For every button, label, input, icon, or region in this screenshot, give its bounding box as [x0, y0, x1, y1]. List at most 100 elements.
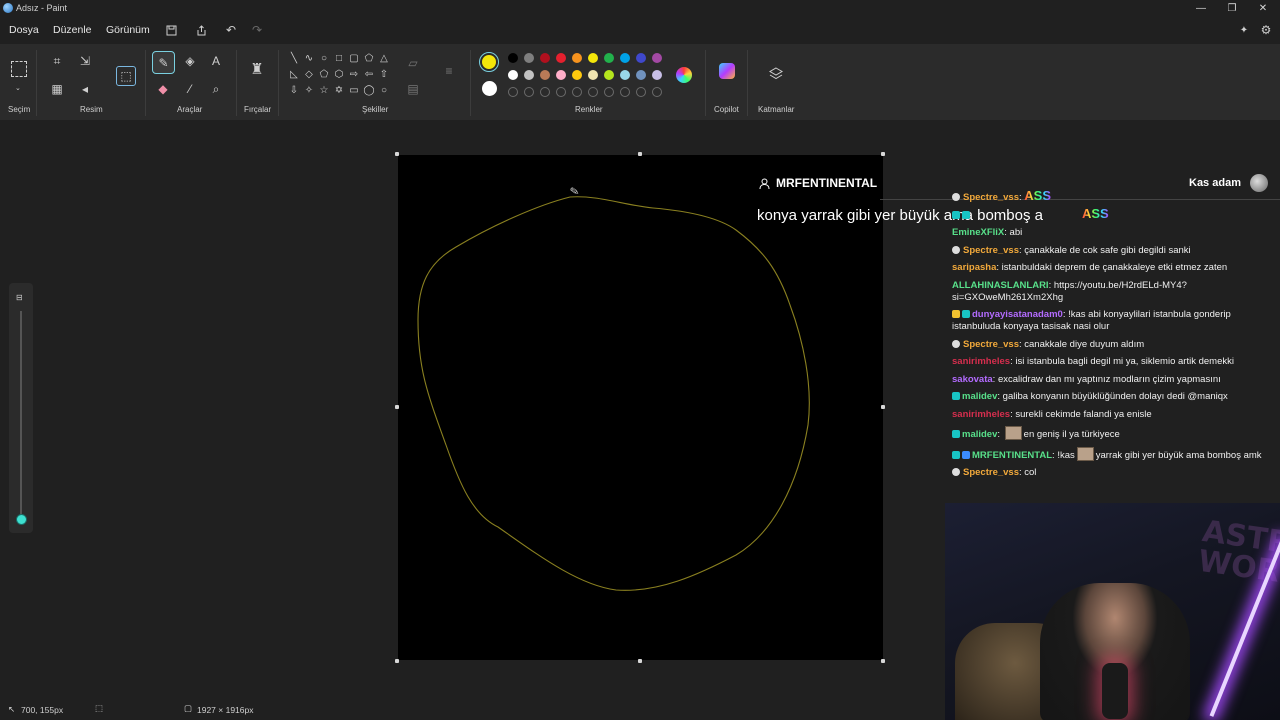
color-swatch[interactable]: [652, 53, 662, 63]
pencil-icon[interactable]: ✎: [152, 51, 175, 74]
color-swatch[interactable]: [556, 53, 566, 63]
color-swatch[interactable]: [588, 53, 598, 63]
menu-edit[interactable]: Düzenle: [53, 24, 92, 36]
custom-color-slot[interactable]: [604, 87, 614, 97]
canvas-size-icon: ▢: [184, 703, 193, 713]
six-point-star-shape-icon[interactable]: ✡: [333, 84, 345, 96]
undo-icon[interactable]: ↶: [223, 22, 239, 38]
color-swatch[interactable]: [572, 70, 582, 80]
eraser-icon[interactable]: ◆: [154, 80, 172, 98]
pentagon-shape-icon[interactable]: ⬠: [318, 68, 330, 80]
edit-colors-icon[interactable]: [676, 67, 692, 83]
curve-shape-icon[interactable]: ∿: [303, 52, 315, 64]
color-swatch[interactable]: [620, 53, 630, 63]
custom-color-slot[interactable]: [524, 87, 534, 97]
secondary-color-button[interactable]: [482, 81, 497, 96]
resize-handle[interactable]: [395, 659, 399, 663]
oval-callout-shape-icon[interactable]: ◯: [363, 84, 375, 96]
hexagon-shape-icon[interactable]: ⬡: [333, 68, 345, 80]
fill-bucket-icon[interactable]: ◈: [181, 52, 199, 70]
select-dropdown-chevron-icon[interactable]: ⌄: [15, 84, 21, 92]
color-swatch[interactable]: [588, 70, 598, 80]
shape-outline-icon[interactable]: ▱: [404, 54, 422, 72]
brush-icon[interactable]: ♜: [248, 60, 266, 78]
maximize-button[interactable]: ❐: [1217, 0, 1247, 17]
color-swatch[interactable]: [652, 70, 662, 80]
remove-background-icon[interactable]: ▦: [48, 80, 66, 98]
line-shape-icon[interactable]: ╲: [288, 52, 300, 64]
up-arrow-shape-icon[interactable]: ⇧: [378, 68, 390, 80]
rect-callout-shape-icon[interactable]: ▭: [348, 84, 360, 96]
custom-color-slot[interactable]: [508, 87, 518, 97]
diamond-shape-icon[interactable]: ◇: [303, 68, 315, 80]
triangle-shape-icon[interactable]: △: [378, 52, 390, 64]
text-tool-icon[interactable]: A: [207, 52, 225, 70]
save-icon[interactable]: [163, 22, 179, 38]
resize-handle[interactable]: [881, 152, 885, 156]
shape-fill-icon[interactable]: ▤: [404, 80, 422, 98]
settings-gear-icon[interactable]: ⚙: [1258, 22, 1274, 38]
select-rectangle-icon[interactable]: [11, 61, 27, 77]
close-button[interactable]: ✕: [1248, 0, 1278, 17]
color-swatch[interactable]: [524, 53, 534, 63]
color-swatch[interactable]: [508, 70, 518, 80]
color-palette: [508, 52, 668, 100]
resize-icon[interactable]: ⇲: [76, 52, 94, 70]
color-swatch[interactable]: [604, 70, 614, 80]
custom-color-slot[interactable]: [540, 87, 550, 97]
color-swatch[interactable]: [556, 70, 566, 80]
right-triangle-shape-icon[interactable]: ◺: [288, 68, 300, 80]
color-swatch[interactable]: [620, 70, 630, 80]
four-point-star-shape-icon[interactable]: ✧: [303, 84, 315, 96]
crop-icon[interactable]: ⌗: [48, 52, 66, 70]
zoom-slider-thumb[interactable]: [16, 514, 27, 525]
color-swatch[interactable]: [540, 53, 550, 63]
custom-color-slot[interactable]: [588, 87, 598, 97]
shape-size-icon[interactable]: ≡: [440, 62, 458, 80]
color-picker-icon[interactable]: ⁄: [181, 80, 199, 98]
oval-shape-icon[interactable]: ○: [318, 52, 330, 64]
resize-handle[interactable]: [881, 405, 885, 409]
custom-color-slot[interactable]: [636, 87, 646, 97]
custom-color-slot[interactable]: [556, 87, 566, 97]
color-swatch[interactable]: [508, 53, 518, 63]
down-arrow-shape-icon[interactable]: ⇩: [288, 84, 300, 96]
color-swatch[interactable]: [604, 53, 614, 63]
resize-handle[interactable]: [638, 152, 642, 156]
menu-view[interactable]: Görünüm: [106, 24, 150, 36]
sparkle-icon[interactable]: ✦: [1236, 22, 1252, 38]
color-swatch[interactable]: [524, 70, 534, 80]
primary-color-button[interactable]: [479, 52, 499, 72]
rectangle-shape-icon[interactable]: □: [333, 52, 345, 64]
custom-color-slot[interactable]: [652, 87, 662, 97]
resize-handle[interactable]: [881, 659, 885, 663]
redo-icon[interactable]: ↷: [249, 22, 265, 38]
cursor-position: 700, 155px: [21, 705, 64, 715]
layers-icon[interactable]: [767, 65, 785, 83]
custom-color-slot[interactable]: [572, 87, 582, 97]
custom-color-slot[interactable]: [620, 87, 630, 97]
color-swatch[interactable]: [636, 70, 646, 80]
crown-badge-icon: [952, 310, 960, 318]
share-icon[interactable]: [193, 22, 209, 38]
five-point-star-shape-icon[interactable]: ☆: [318, 84, 330, 96]
magnifier-icon[interactable]: ⌕: [207, 80, 225, 98]
rotate-icon[interactable]: ◂: [76, 80, 94, 98]
resize-handle[interactable]: [395, 152, 399, 156]
drawing-canvas[interactable]: ✎: [398, 155, 883, 660]
polygon-shape-icon[interactable]: ⬠: [363, 52, 375, 64]
color-swatch[interactable]: [572, 53, 582, 63]
cloud-callout-shape-icon[interactable]: ○: [378, 84, 390, 96]
color-swatch[interactable]: [636, 53, 646, 63]
resize-handle[interactable]: [638, 659, 642, 663]
rounded-rectangle-shape-icon[interactable]: ▢: [348, 52, 360, 64]
menu-file[interactable]: Dosya: [9, 24, 39, 36]
copilot-icon[interactable]: [719, 63, 735, 79]
minimize-button[interactable]: —: [1186, 0, 1216, 17]
zoom-slider-track[interactable]: [20, 311, 22, 521]
color-swatch[interactable]: [540, 70, 550, 80]
left-arrow-shape-icon[interactable]: ⇦: [363, 68, 375, 80]
image-creator-icon[interactable]: ⬚: [116, 66, 136, 86]
right-arrow-shape-icon[interactable]: ⇨: [348, 68, 360, 80]
resize-handle[interactable]: [395, 405, 399, 409]
